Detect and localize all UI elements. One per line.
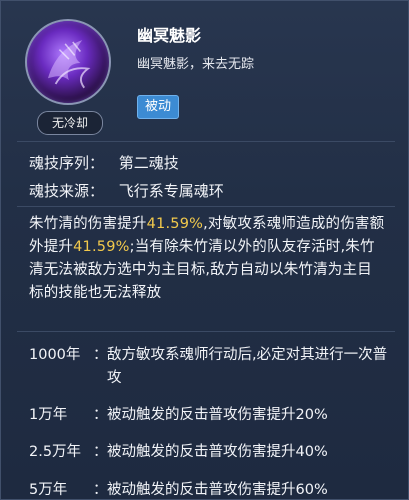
tier-colon: ： <box>93 407 108 423</box>
tier-text: 敌方敏攻系魂师行动后,必定对其进行一次普攻 <box>107 347 388 386</box>
extra-damage-value: 41.59% <box>73 239 130 255</box>
tier-text: 被动触发的反击普攻伤害提升20% <box>107 407 328 423</box>
tier-colon: ： <box>93 347 108 363</box>
cooldown-badge: 无冷却 <box>37 111 103 135</box>
tier-colon: ： <box>93 444 108 460</box>
ghost-claw-icon <box>25 19 111 105</box>
skill-description: 朱竹清的伤害提升41.59%,对敏攻系魂师造成的伤害额外提升41.59%;当有除… <box>29 213 385 305</box>
tier-level: 1000年 <box>29 347 81 363</box>
tier-colon: ： <box>93 482 108 498</box>
desc-text-1: 朱竹清的伤害提升 <box>29 216 147 232</box>
skill-sequence-row: 魂技序列： 第二魂技 <box>29 152 179 173</box>
divider <box>17 206 395 207</box>
tier-level: 1万年 <box>29 407 68 423</box>
divider <box>17 141 395 142</box>
skill-source-row: 魂技来源： 飞行系专属魂环 <box>29 180 224 201</box>
skill-subtitle: 幽冥魅影，来去无踪 <box>137 57 255 72</box>
tier-text: 被动触发的反击普攻伤害提升40% <box>107 444 328 460</box>
damage-boost-value: 41.59% <box>146 216 204 232</box>
skill-sequence-label: 魂技序列： <box>29 154 105 172</box>
skill-tooltip-panel: 无冷却 幽冥魅影 幽冥魅影，来去无踪 被动 魂技序列： 第二魂技 魂技来源： 飞… <box>0 0 409 500</box>
divider <box>17 331 395 332</box>
skill-source-label: 魂技来源： <box>29 182 105 200</box>
tier-level: 2.5万年 <box>29 444 82 460</box>
tier-level: 5万年 <box>29 482 68 498</box>
skill-source-value: 飞行系专属魂环 <box>118 182 224 200</box>
skill-icon-frame <box>25 19 111 105</box>
skill-title: 幽冥魅影 <box>137 26 202 45</box>
tier-text: 被动触发的反击普攻伤害提升60% <box>107 482 328 498</box>
skill-sequence-value: 第二魂技 <box>118 154 179 172</box>
passive-tag: 被动 <box>137 95 180 119</box>
